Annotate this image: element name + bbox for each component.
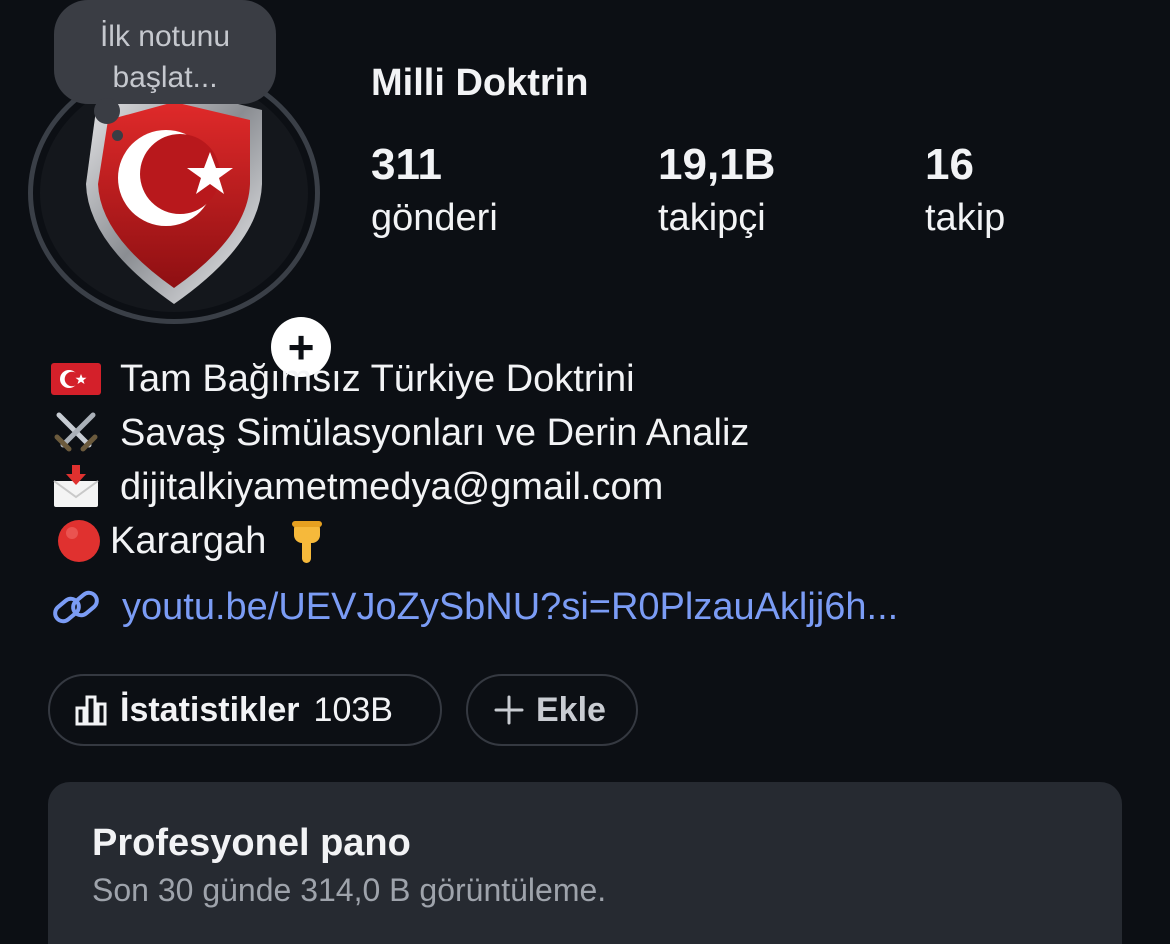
note-text-line1: İlk notunu [99,20,231,53]
link-text[interactable]: youtu.be/UEVJoZySbNU?si=R0PlzauAkljj6h..… [122,586,898,629]
avatar[interactable] [40,74,308,312]
note-bubble-tail-small [112,130,123,141]
red-circle-icon [50,520,108,562]
link-icon [50,584,102,630]
bio-text: Karargah [110,519,267,562]
stat-label: takipçi [658,197,766,239]
shield-crescent-logo [86,88,262,304]
crossed-swords-icon [50,412,102,453]
stat-value: 311 [371,140,442,189]
pointing-down-icon [288,517,328,565]
note-bubble[interactable]: İlk notunu başlat... [54,0,276,104]
stat-posts[interactable]: 311 gönderi [371,140,498,246]
bio-text: Savaş Simülasyonları ve Derin Analiz [120,411,750,454]
bio-link[interactable]: youtu.be/UEVJoZySbNU?si=R0PlzauAkljj6h..… [50,584,898,630]
bio-line: dijitalkiyametmedya@gmail.com [50,460,749,514]
insights-button[interactable]: İstatistikler 103B [48,674,442,746]
bio-line: Tam Bağımsız Türkiye Doktrini [50,352,749,406]
stat-value: 16 [925,140,974,189]
add-label: Ekle [536,690,606,729]
plus-icon [494,695,524,725]
turkey-flag-icon [50,359,102,399]
envelope-with-arrow-icon [50,465,102,507]
bio-line: Karargah [50,514,749,568]
note-text-line2: başlat... [112,61,218,94]
insights-count: 103B [313,690,393,729]
bar-chart-icon [74,694,108,726]
add-button[interactable]: Ekle [466,674,638,746]
stat-label: takip [925,197,1006,239]
professional-dashboard-card[interactable]: Profesyonel pano Son 30 günde 314,0 B gö… [48,782,1122,944]
stat-label: gönderi [371,197,498,239]
stat-value: 19,1B [658,140,776,189]
bio-text: dijitalkiyametmedya@gmail.com [120,465,664,508]
bio-line: Savaş Simülasyonları ve Derin Analiz [50,406,749,460]
dashboard-title: Profesyonel pano [92,822,411,864]
bio: Tam Bağımsız Türkiye Doktrini Savaş Simü… [50,352,749,568]
dashboard-subtitle: Son 30 günde 314,0 B görüntüleme. [92,872,607,908]
note-bubble-tail [94,98,120,124]
stat-following[interactable]: 16 takip [925,140,1005,246]
profile-page: + İlk notunu başlat... Milli Doktrin 311… [0,0,1170,944]
bio-text: Tam Bağımsız Türkiye Doktrini [120,357,635,400]
insights-label: İstatistikler [120,690,300,729]
stat-followers[interactable]: 19,1B takipçi [658,140,775,246]
profile-name: Milli Doktrin [371,62,589,104]
